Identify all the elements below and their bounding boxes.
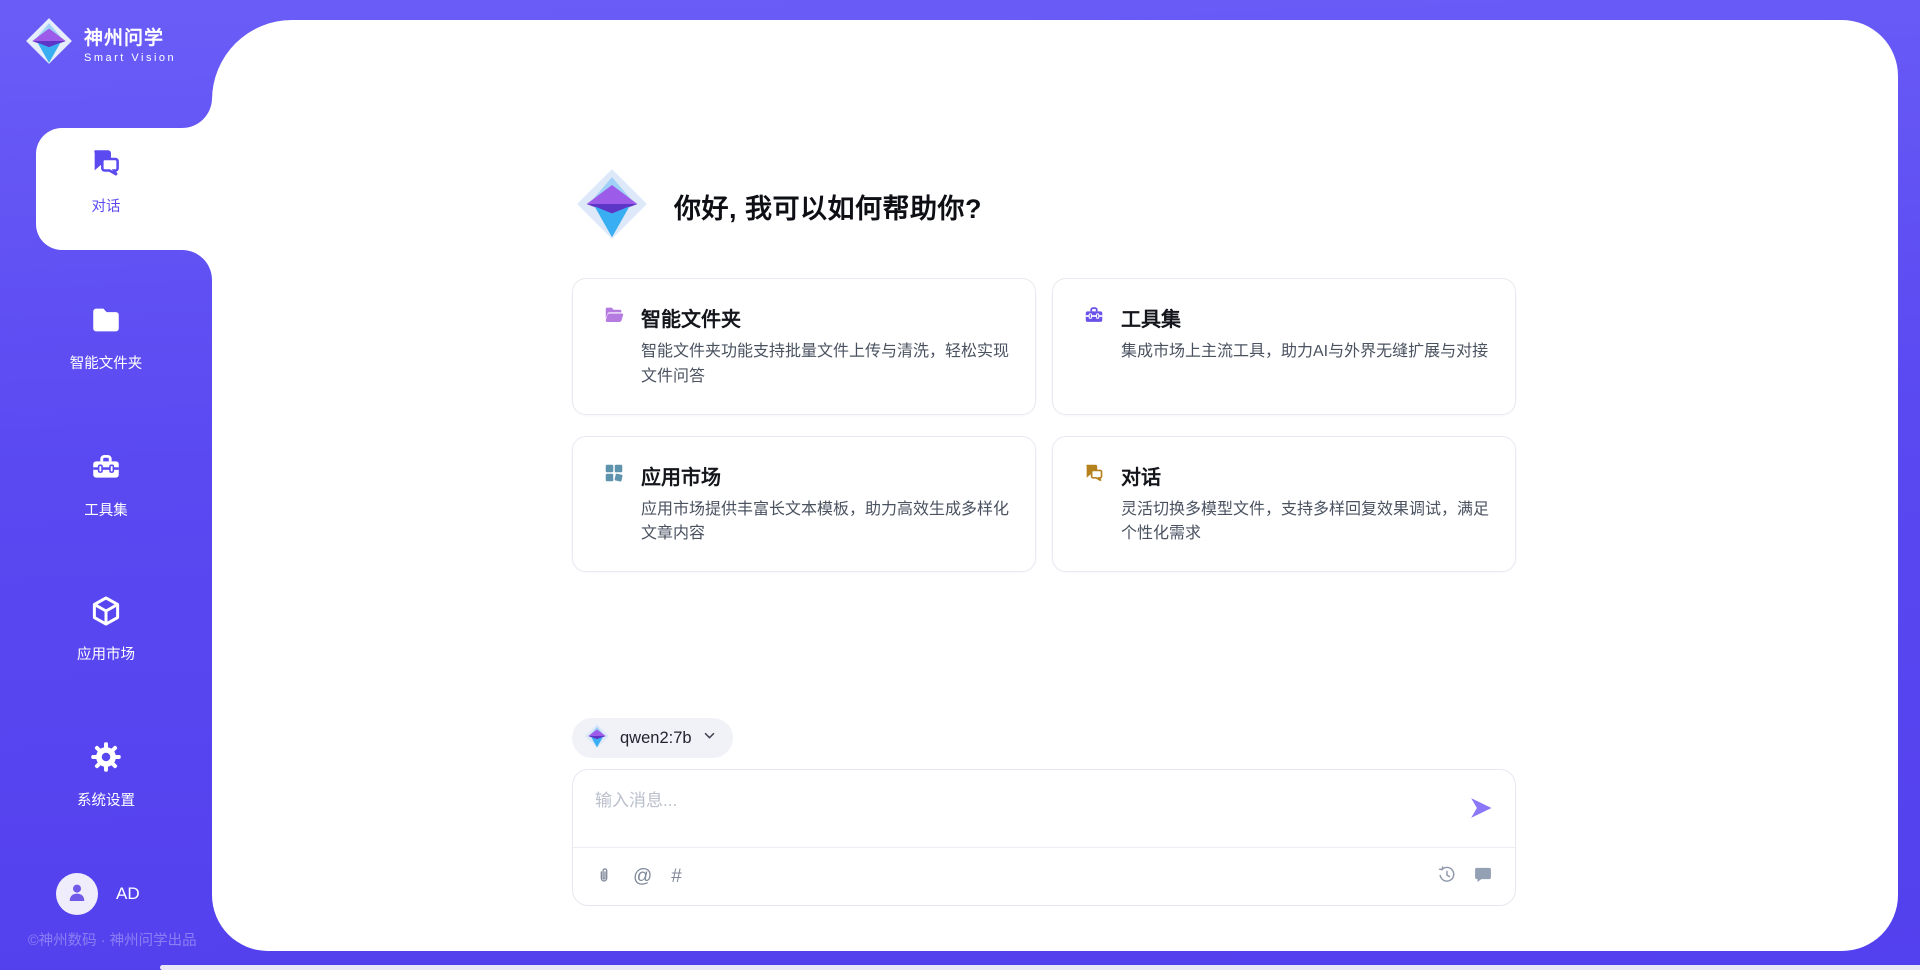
sidebar-item-chat[interactable]: 对话 [0,146,212,216]
sidebar: 神州问学 Smart Vision 对话 [0,0,212,970]
message-composer: @ # [572,769,1516,906]
sidebar-item-label: 系统设置 [0,789,212,810]
sidebar-item-app-market[interactable]: 应用市场 [0,594,212,664]
card-chat[interactable]: 对话 灵活切换多模型文件，支持多样回复效果调试，满足个性化需求 [1052,436,1516,573]
mention-button[interactable]: @ [633,867,652,886]
model-selector[interactable]: qwen2:7b [572,718,733,758]
card-description: 集成市场上主流工具，助力AI与外界无缝扩展与对接 [1121,340,1489,365]
card-toolkit[interactable]: 工具集 集成市场上主流工具，助力AI与外界无缝扩展与对接 [1052,278,1516,415]
card-title: 智能文件夹 [641,303,741,332]
composer-toolbar: @ # [573,847,1515,905]
message-input[interactable] [595,786,1415,842]
toolbox-icon [1083,304,1105,331]
send-button[interactable] [1467,794,1495,825]
brand-logo[interactable]: 神州问学 Smart Vision [24,16,176,71]
user-name: AD [116,884,140,904]
card-description: 灵活切换多模型文件，支持多样回复效果调试，满足个性化需求 [1121,498,1489,548]
card-smart-folder[interactable]: 智能文件夹 智能文件夹功能支持批量文件上传与清洗，轻松实现文件问答 [572,278,1036,415]
history-icon [1437,865,1457,888]
main-panel: 你好, 我可以如何帮助你? 智能文件夹 智能文件夹功能支持批量文件上 [212,20,1898,951]
chat-icon [1083,462,1105,489]
sidebar-item-label: 应用市场 [0,643,212,664]
folder-icon [89,324,123,341]
chat-icon [89,167,123,184]
send-icon [1467,810,1495,825]
assistant-logo-icon [574,166,650,247]
folder-open-icon [603,304,625,331]
chevron-down-icon [702,728,717,748]
avatar [56,873,98,915]
tab-fillet-top [182,98,212,128]
cube-icon [89,615,123,632]
card-title: 应用市场 [641,461,721,490]
feature-cards: 智能文件夹 智能文件夹功能支持批量文件上传与清洗，轻松实现文件问答 [572,278,1516,572]
feedback-icon [1473,865,1493,888]
brand-subtitle: Smart Vision [84,52,176,64]
app-window: 神州问学 Smart Vision 对话 [0,0,1920,970]
user-account[interactable]: AD [56,873,140,915]
app-grid-icon [603,462,625,489]
main-content: 你好, 我可以如何帮助你? 智能文件夹 智能文件夹功能支持批量文件上 [572,20,1516,951]
brand-diamond-icon [24,16,74,71]
sidebar-item-smart-folder[interactable]: 智能文件夹 [0,303,212,373]
history-button[interactable] [1437,865,1457,888]
gear-icon [89,761,123,778]
sidebar-item-label: 工具集 [0,499,212,520]
greeting-block: 你好, 我可以如何帮助你? [572,166,982,247]
attach-file-button[interactable] [595,865,614,889]
hash-button[interactable]: # [671,867,682,886]
sidebar-item-settings[interactable]: 系统设置 [0,740,212,810]
attachment-icon [595,865,614,889]
model-logo-icon [584,723,610,754]
sidebar-item-label: 智能文件夹 [0,352,212,373]
feedback-button[interactable] [1473,865,1493,888]
card-description: 应用市场提供丰富长文本模板，助力高效生成多样化文章内容 [641,498,1009,548]
greeting-title: 你好, 我可以如何帮助你? [674,187,982,226]
tab-fillet-bottom [182,250,212,280]
card-title: 对话 [1121,461,1161,490]
toolbox-icon [89,471,123,488]
card-title: 工具集 [1121,303,1181,332]
user-avatar-icon [65,880,89,909]
card-description: 智能文件夹功能支持批量文件上传与清洗，轻松实现文件问答 [641,340,1009,390]
card-app-market[interactable]: 应用市场 应用市场提供丰富长文本模板，助力高效生成多样化文章内容 [572,436,1036,573]
model-name: qwen2:7b [620,729,692,748]
sidebar-item-label: 对话 [0,195,212,216]
hash-icon: # [671,867,682,886]
sidebar-item-toolkit[interactable]: 工具集 [0,450,212,520]
mention-icon: @ [633,867,652,886]
copyright-footer: ©神州数码 · 神州问学出品 [28,929,197,950]
brand-name: 神州问学 [84,23,176,50]
horizontal-scrollbar[interactable] [160,965,1920,970]
